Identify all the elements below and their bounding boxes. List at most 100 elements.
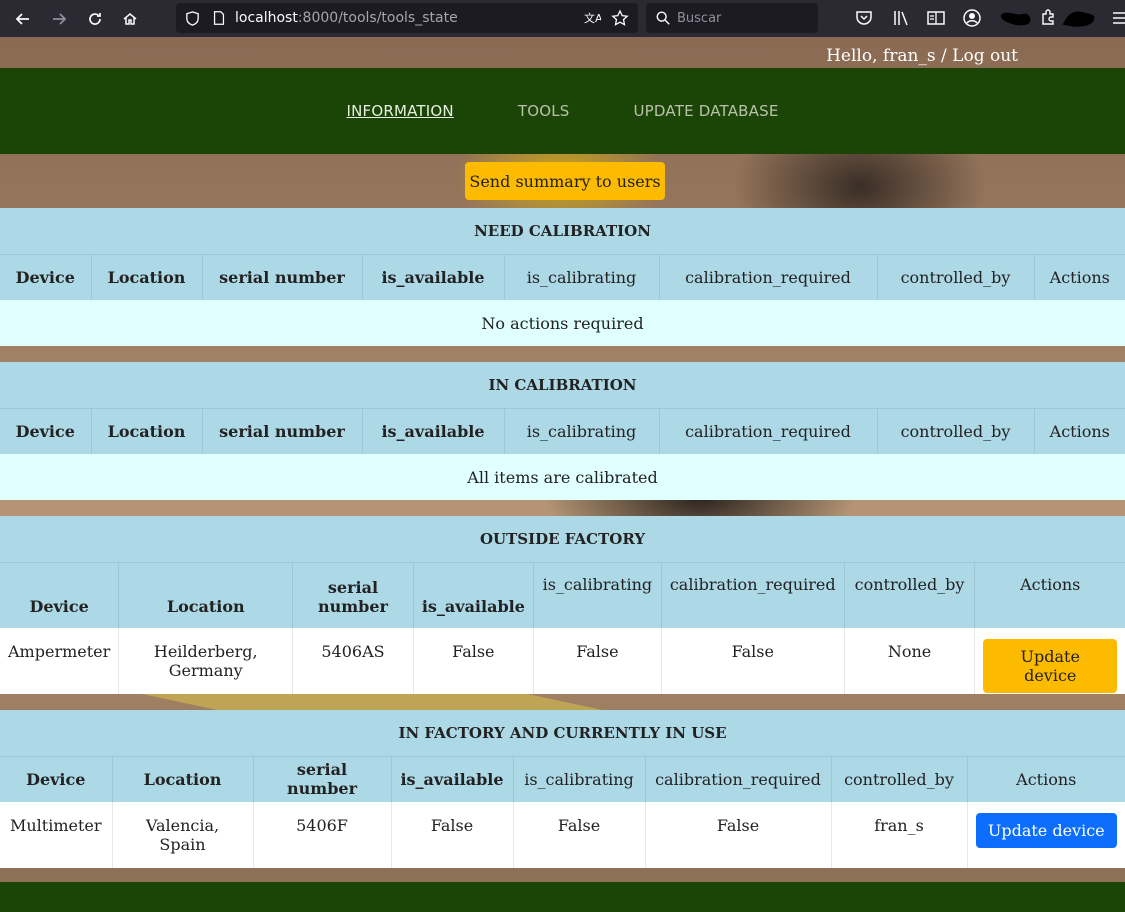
account-icon[interactable] — [962, 8, 982, 28]
table-title: IN CALIBRATION — [488, 375, 637, 394]
col-serial: serial number — [292, 562, 414, 628]
table-title: OUTSIDE FACTORY — [479, 529, 646, 548]
page: Hello, fran_s / Log out INFORMATION TOOL… — [0, 37, 1125, 912]
col-device: Device — [0, 254, 92, 300]
update-device-button[interactable]: Update device — [983, 639, 1117, 693]
cell-controlled-by: None — [844, 628, 976, 694]
cell-actions: Update device — [975, 628, 1125, 694]
cell-device: Multimeter — [0, 802, 113, 868]
empty-message: All items are calibrated — [467, 467, 658, 487]
reader-view-icon[interactable] — [926, 8, 946, 28]
nav-tools[interactable]: TOOLS — [518, 102, 570, 120]
col-actions: Actions — [1016, 769, 1077, 789]
table-row: Multimeter Valencia, Spain 5406F False F… — [0, 802, 1125, 868]
translate-icon[interactable]: 文A — [583, 9, 601, 27]
col-serial: serial number — [202, 408, 363, 454]
search-input[interactable] — [677, 10, 807, 26]
col-calibration-required: calibration_required — [661, 562, 845, 628]
col-is-available: is_available — [391, 756, 514, 802]
menu-icon[interactable] — [1112, 8, 1125, 28]
send-summary-button[interactable]: Send summary to users — [465, 162, 665, 200]
search-icon — [656, 11, 670, 25]
arrow-left-icon — [15, 12, 29, 25]
col-serial: serial number — [202, 254, 363, 300]
col-device: Device — [0, 756, 113, 802]
home-icon — [123, 12, 137, 25]
col-location: Location — [91, 408, 203, 454]
reload-icon — [89, 12, 101, 25]
cell-controlled-by: fran_s — [831, 802, 968, 868]
user-bar: Hello, fran_s / Log out — [826, 46, 1018, 66]
cell-location: Valencia, Spain — [112, 802, 254, 868]
col-is-calibrating: is_calibrating — [513, 756, 646, 802]
col-location: Location — [91, 254, 203, 300]
col-actions: Actions — [1020, 574, 1081, 594]
cell-is-available: False — [413, 628, 534, 694]
col-location: Location — [118, 562, 294, 628]
col-is-available: is_available — [362, 254, 505, 300]
need-calibration-table: NEED CALIBRATION Device Location serial … — [0, 208, 1125, 346]
user-separator: / — [935, 46, 953, 66]
cell-is-available: False — [391, 802, 514, 868]
col-calibration-required: calibration_required — [659, 408, 878, 454]
col-device: Device — [0, 408, 92, 454]
update-device-button[interactable]: Update device — [975, 813, 1117, 848]
col-controlled-by: controlled_by — [844, 562, 976, 628]
cell-location: Heilderberg, Germany — [118, 628, 294, 694]
logout-link[interactable]: Log out — [952, 46, 1018, 66]
search-bar[interactable] — [646, 3, 818, 33]
library-icon[interactable] — [891, 8, 911, 28]
table-row: Ampermeter Heilderberg, Germany 5406AS F… — [0, 628, 1125, 694]
page-icon — [213, 11, 225, 25]
cell-serial: 5406AS — [292, 628, 414, 694]
cell-device: Ampermeter — [0, 628, 120, 694]
back-button[interactable] — [5, 0, 41, 37]
cell-calibration-required: False — [645, 802, 832, 868]
url-text: localhost:8000/tools/tools_state — [235, 10, 458, 26]
table-title: NEED CALIBRATION — [474, 221, 651, 240]
col-controlled-by: controlled_by — [831, 756, 968, 802]
browser-toolbar: localhost:8000/tools/tools_state 文A — [0, 0, 1125, 37]
in-factory-table: IN FACTORY AND CURRENTLY IN USE Device L… — [0, 710, 1125, 868]
col-controlled-by: controlled_by — [877, 254, 1035, 300]
nav-update-database[interactable]: UPDATE DATABASE — [634, 102, 779, 120]
col-actions: Actions — [1049, 267, 1110, 287]
col-calibration-required: calibration_required — [645, 756, 832, 802]
pocket-icon[interactable] — [854, 8, 874, 28]
redacted-extension-icon[interactable] — [1000, 8, 1034, 28]
col-calibration-required: calibration_required — [659, 254, 878, 300]
in-calibration-table: IN CALIBRATION Device Location serial nu… — [0, 362, 1125, 500]
outside-factory-table: OUTSIDE FACTORY Device Location serial n… — [0, 516, 1125, 694]
footer — [0, 882, 1125, 912]
col-actions: Actions — [1049, 421, 1110, 441]
col-location: Location — [112, 756, 254, 802]
url-bar[interactable]: localhost:8000/tools/tools_state 文A — [176, 3, 638, 33]
col-is-available: is_available — [413, 562, 534, 628]
cell-is-calibrating: False — [513, 802, 646, 868]
col-is-available: is_available — [362, 408, 505, 454]
col-controlled-by: controlled_by — [877, 408, 1035, 454]
cell-calibration-required: False — [661, 628, 845, 694]
forward-button[interactable] — [41, 0, 77, 37]
cell-is-calibrating: False — [533, 628, 662, 694]
user-greeting: Hello, fran_s — [826, 46, 936, 66]
redacted-profile-icon[interactable] — [1060, 8, 1100, 28]
extensions-icon[interactable] — [1038, 8, 1058, 28]
shield-icon — [186, 10, 199, 26]
cell-serial: 5406F — [253, 802, 392, 868]
home-button[interactable] — [112, 0, 148, 37]
table-title: IN FACTORY AND CURRENTLY IN USE — [398, 723, 727, 742]
svg-text:文A: 文A — [584, 11, 601, 25]
col-serial: serial number — [253, 756, 392, 802]
col-device: Device — [0, 562, 120, 628]
reload-button[interactable] — [77, 0, 113, 37]
star-icon[interactable] — [611, 9, 629, 27]
col-is-calibrating: is_calibrating — [504, 408, 660, 454]
empty-message: No actions required — [481, 313, 644, 333]
col-is-calibrating: is_calibrating — [504, 254, 660, 300]
nav-information[interactable]: INFORMATION — [346, 102, 453, 120]
arrow-right-icon — [53, 12, 67, 25]
col-is-calibrating: is_calibrating — [533, 562, 662, 628]
main-nav: INFORMATION TOOLS UPDATE DATABASE — [0, 68, 1125, 154]
cell-actions: Update device — [967, 802, 1125, 868]
